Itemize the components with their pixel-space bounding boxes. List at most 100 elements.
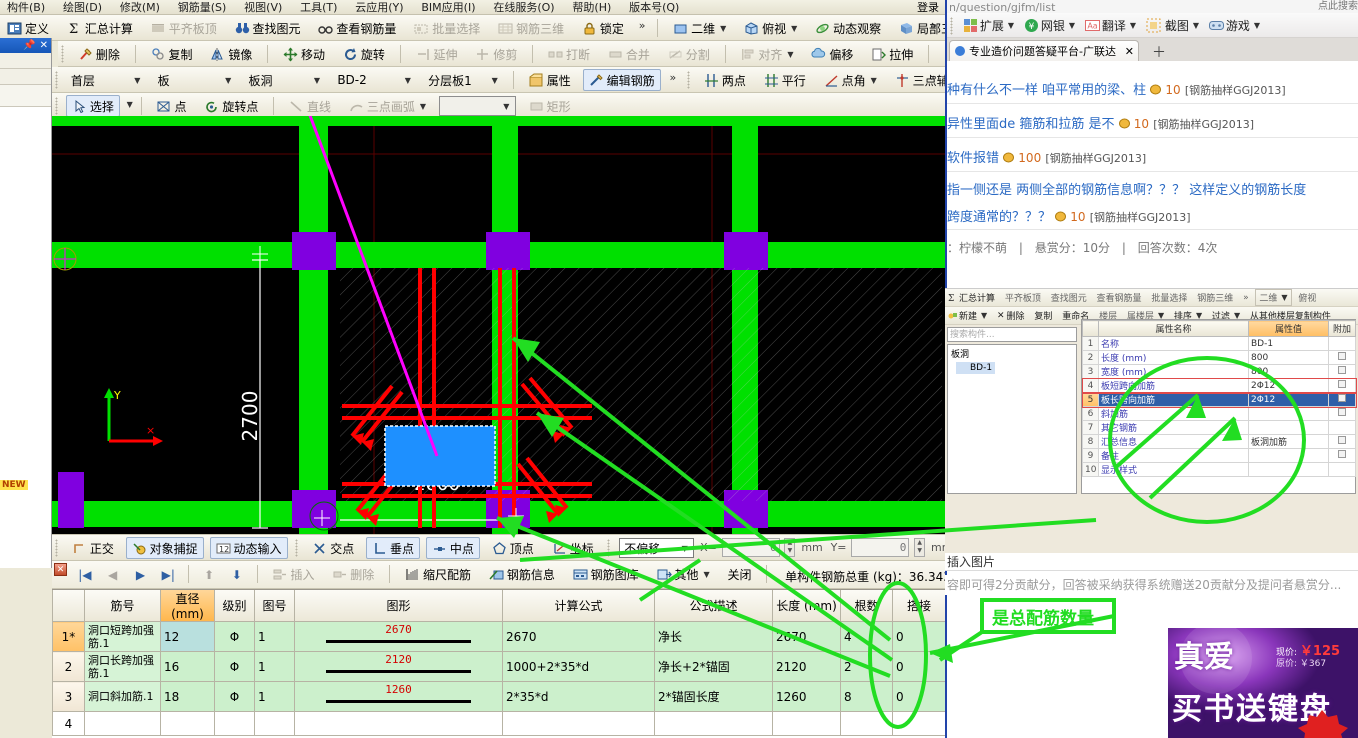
break-button[interactable]: 打断: [542, 43, 596, 65]
address-bar[interactable]: n/question/gjfm/list 点此搜索: [947, 0, 1358, 13]
cell-count[interactable]: 2: [840, 651, 893, 682]
chevron-down-icon[interactable]: ▼: [1130, 21, 1136, 30]
menu-bar[interactable]: 构件(B) 绘图(D) 修改(M) 钢筋量(S) 视图(V) 工具(T) 云应用…: [0, 0, 945, 15]
col-count[interactable]: 根数: [840, 590, 893, 622]
cell-lap[interactable]: 0: [892, 681, 945, 712]
embedded-find-element-button[interactable]: 查找图元: [1048, 289, 1090, 306]
toolbar-grip[interactable]: [950, 17, 953, 35]
screenshot-button[interactable]: 截图 ▼: [1143, 15, 1202, 36]
prop-row-value[interactable]: 2Φ12: [1248, 378, 1329, 393]
game-button[interactable]: 游戏 ▼: [1206, 15, 1263, 36]
next-record-icon[interactable]: ▶: [129, 564, 151, 586]
x-input[interactable]: 0: [721, 538, 780, 557]
move-button[interactable]: 移动: [277, 43, 331, 65]
row-index[interactable]: 2: [52, 651, 85, 682]
table-row[interactable]: 4: [52, 711, 945, 736]
prop-row-name[interactable]: 备注: [1098, 448, 1249, 463]
rebar-editor-toolbar[interactable]: ✕ |◀ ◀ ▶ ▶| ⬆ ⬇ 插入 删除 缩尺配筋 钢筋信息 钢筋图库 其他 …: [52, 561, 945, 589]
chevron-down-icon[interactable]: ▼: [500, 102, 513, 111]
rebar-grid[interactable]: 筋号 直径 (mm) 级别 图号 图形 计算公式 公式描述 长度 (mm) 根数…: [52, 589, 945, 738]
advertisement-banner[interactable]: 真爱 现价: ￥125 原价: ￥367 买书送键盘: [1168, 628, 1358, 738]
view-rebar-qty-button[interactable]: 查看钢筋量: [312, 17, 402, 39]
col-formula[interactable]: 计算公式: [502, 590, 655, 622]
stretch-button[interactable]: 拉伸: [865, 43, 919, 65]
cell-diameter[interactable]: [160, 711, 215, 736]
checkbox-icon[interactable]: [1338, 380, 1346, 388]
url-text[interactable]: n/question/gjfm/list: [947, 1, 1055, 13]
draw-mode-select[interactable]: ▼: [438, 96, 516, 116]
menu-item-bim[interactable]: BIM应用(I): [414, 0, 482, 14]
chevron-down-icon[interactable]: ▼: [1193, 21, 1199, 30]
question-title-cont[interactable]: 跨度通常的？？？: [947, 210, 1051, 225]
menu-item-version[interactable]: 版本号(Q): [622, 0, 686, 14]
tree-root[interactable]: 板洞: [948, 345, 1076, 362]
col-formula-desc[interactable]: 公式描述: [654, 590, 773, 622]
embedded-property-row[interactable]: 9 备注: [1082, 448, 1356, 463]
cell-lap[interactable]: 0: [892, 621, 945, 652]
summarize-button[interactable]: Σ 汇总计算: [61, 17, 139, 39]
embedded-toolbar-1[interactable]: Σ 汇总计算 平齐板顶 查找图元 查看钢筋量 批量选择 钢筋三维 » 二维 ▼ 俯…: [945, 289, 1358, 307]
bank-button[interactable]: ¥ 网银 ▼: [1021, 15, 1078, 36]
embedded-delete-button[interactable]: ✕ 删除: [994, 307, 1028, 324]
delete-button[interactable]: 删除: [72, 43, 126, 65]
edit-rebar-button[interactable]: 编辑钢筋: [582, 69, 661, 91]
left-panel-row[interactable]: [0, 69, 51, 85]
orbit-button[interactable]: 动态观察: [809, 17, 887, 39]
cell-formula[interactable]: 1000+2*35*d: [502, 651, 655, 682]
snap-status-bar[interactable]: 正交 对象捕捉 12 动态输入 交点 垂点 中点 顶点 坐标 不偏移 ▼ X= …: [52, 534, 945, 561]
trim-button[interactable]: 修剪: [469, 43, 523, 65]
up-arrow-icon[interactable]: ⬆: [198, 564, 220, 586]
y-spinner[interactable]: ▲ ▼: [914, 538, 926, 557]
col-shape[interactable]: 图形: [294, 590, 503, 622]
first-record-icon[interactable]: |◀: [74, 564, 96, 586]
menu-item-draw[interactable]: 绘图(D): [56, 0, 109, 14]
embedded-property-row[interactable]: 10 显示样式: [1082, 462, 1356, 477]
component-select[interactable]: BD-2 ▼: [333, 70, 416, 90]
embedded-property-row[interactable]: 2 长度 (mm) 800: [1082, 350, 1356, 365]
align-slab-top-button[interactable]: 平齐板顶: [145, 17, 223, 39]
chevron-down-icon[interactable]: ▼: [678, 544, 691, 553]
offset-button[interactable]: 偏移: [805, 43, 859, 65]
embedded-view2d-button[interactable]: 二维 ▼: [1255, 289, 1292, 306]
col-shape-no[interactable]: 图号: [254, 590, 295, 622]
cell-shape-no[interactable]: [254, 711, 295, 736]
embedded-topview-button[interactable]: 俯视: [1295, 289, 1319, 306]
chevron-down-icon[interactable]: ▼: [787, 50, 793, 59]
toolbar-grip[interactable]: [55, 97, 58, 115]
embedded-copy-button[interactable]: 复制: [1031, 307, 1055, 324]
embedded-batch-select-button[interactable]: 批量选择: [1148, 289, 1190, 306]
type-select[interactable]: 板洞 ▼: [244, 70, 325, 90]
checkbox-icon[interactable]: [1338, 352, 1346, 360]
prop-row-value[interactable]: 2Φ12: [1248, 392, 1329, 407]
floor-select[interactable]: 首层 ▼: [67, 70, 146, 90]
chevron-down-icon[interactable]: ▼: [222, 76, 235, 85]
question-title[interactable]: 软件报错: [947, 151, 999, 166]
prop-row-name[interactable]: 其它钢筋: [1098, 420, 1249, 435]
top-view-button[interactable]: 俯视 ▼: [738, 17, 803, 39]
close-editor-button[interactable]: 关闭: [722, 563, 758, 585]
toolbar-grip[interactable]: [607, 539, 611, 557]
property-button[interactable]: 属性: [523, 69, 577, 91]
cell-rebar-name[interactable]: 洞口长跨加强筋.1: [84, 651, 161, 682]
cell-formula[interactable]: [502, 711, 655, 736]
prop-row-attach[interactable]: [1328, 378, 1356, 393]
close-icon[interactable]: ✕: [40, 40, 48, 51]
col-grade[interactable]: 级别: [214, 590, 255, 622]
chevron-down-icon[interactable]: ▼: [704, 570, 710, 579]
prop-row-name[interactable]: 汇总信息: [1098, 434, 1249, 449]
close-icon[interactable]: ✕: [54, 563, 67, 576]
tree-child[interactable]: BD-1: [956, 362, 996, 374]
cell-grade[interactable]: Φ: [214, 681, 255, 712]
x-spinner[interactable]: ▲ ▼: [784, 538, 796, 557]
cell-grade[interactable]: Φ: [214, 651, 255, 682]
copy-button[interactable]: 复制: [145, 43, 199, 65]
col-rebar-no[interactable]: 筋号: [84, 590, 161, 622]
delete-row-button[interactable]: 删除: [326, 563, 380, 585]
menu-item-cloud[interactable]: 云应用(Y): [348, 0, 410, 14]
col-length[interactable]: 长度 (mm): [772, 590, 841, 622]
table-row[interactable]: 3 洞口斜加筋.1 18 Φ 1 1260 2*35*d 2*锚固长度 1260…: [52, 681, 945, 712]
chevron-down-icon[interactable]: ▼: [401, 76, 414, 85]
embedded-search-input[interactable]: 搜索构件...: [947, 327, 1077, 342]
embedded-align-slab-button[interactable]: 平齐板顶: [1002, 289, 1044, 306]
menu-item-rebar[interactable]: 钢筋量(S): [171, 0, 234, 14]
